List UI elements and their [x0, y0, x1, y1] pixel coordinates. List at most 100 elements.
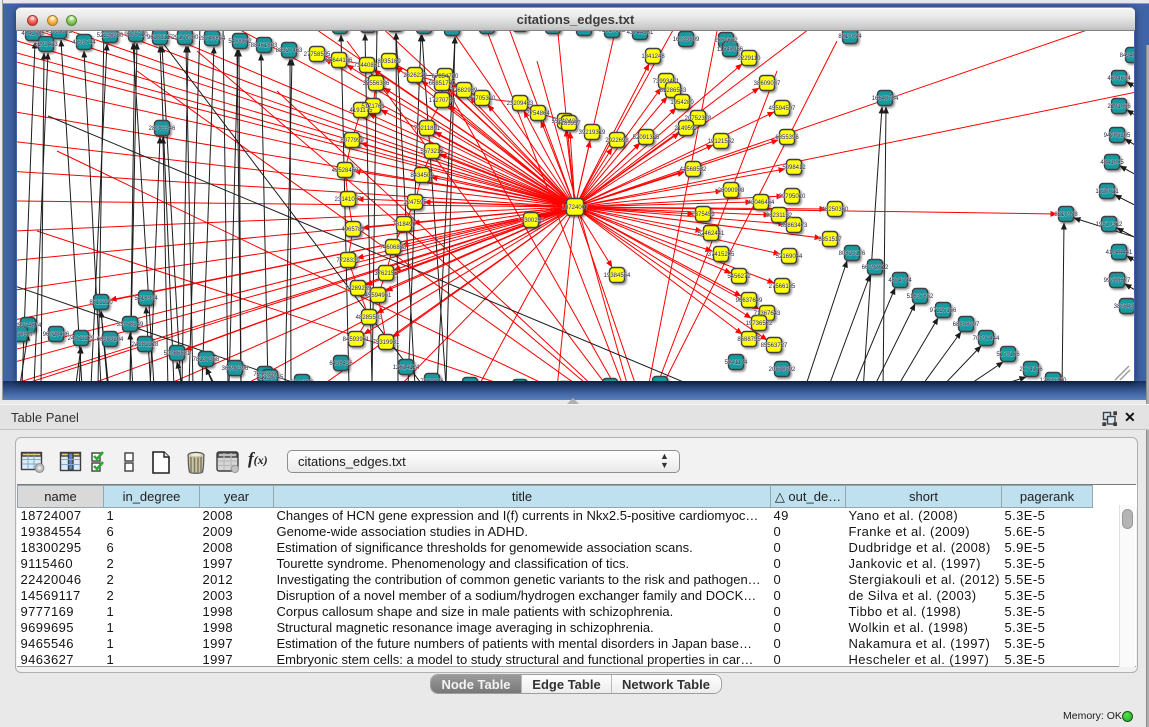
svg-text:5418934: 5418934 — [134, 296, 158, 302]
svg-text:5159166: 5159166 — [996, 352, 1020, 358]
svg-text:5098412: 5098412 — [782, 165, 806, 171]
svg-text:9375710: 9375710 — [124, 32, 148, 38]
svg-text:97225156: 97225156 — [930, 308, 957, 314]
svg-text:96282117: 96282117 — [147, 35, 174, 41]
svg-text:17270733: 17270733 — [429, 98, 456, 104]
svg-text:24282218: 24282218 — [132, 342, 159, 348]
svg-text:16648784: 16648784 — [872, 96, 899, 102]
svg-text:8077999: 8077999 — [340, 138, 364, 144]
svg-text:5456272: 5456272 — [727, 274, 751, 280]
svg-text:41568532: 41568532 — [680, 167, 707, 173]
svg-text:2375453: 2375453 — [691, 212, 715, 218]
svg-text:51837852: 51837852 — [907, 294, 934, 300]
svg-text:19121552: 19121552 — [708, 139, 735, 145]
svg-text:7818496: 7818496 — [392, 222, 416, 228]
svg-text:88461803: 88461803 — [251, 43, 278, 49]
svg-text:39219319: 39219319 — [579, 130, 606, 136]
svg-text:23209423: 23209423 — [507, 101, 534, 107]
svg-text:73993471: 73993471 — [653, 79, 680, 85]
svg-text:38754377: 38754377 — [1114, 304, 1134, 310]
svg-text:7754864: 7754864 — [526, 111, 550, 117]
svg-text:25374874: 25374874 — [17, 323, 42, 329]
svg-text:7089806: 7089806 — [420, 379, 444, 381]
svg-text:12823170: 12823170 — [1040, 378, 1067, 381]
svg-text:4191175: 4191175 — [350, 108, 374, 114]
svg-text:11540956: 11540956 — [717, 47, 744, 53]
svg-text:74606833: 74606833 — [380, 245, 407, 251]
svg-text:67854710: 67854710 — [432, 74, 459, 80]
svg-text:5041154: 5041154 — [725, 360, 749, 366]
svg-text:29175900: 29175900 — [172, 35, 199, 41]
svg-text:2022698: 2022698 — [605, 138, 629, 144]
svg-text:18300295: 18300295 — [518, 218, 545, 224]
svg-text:42138745: 42138745 — [257, 375, 284, 381]
svg-text:6855396: 6855396 — [775, 135, 799, 141]
svg-text:52091325: 52091325 — [633, 135, 660, 141]
svg-text:7728339: 7728339 — [336, 258, 360, 264]
svg-text:82070937: 82070937 — [17, 332, 34, 338]
svg-text:6292423: 6292423 — [34, 42, 58, 48]
svg-text:72682989: 72682989 — [451, 88, 478, 94]
svg-text:43046464: 43046464 — [748, 200, 775, 206]
svg-text:19510312: 19510312 — [1096, 222, 1123, 228]
svg-text:71367643: 71367643 — [754, 311, 781, 317]
svg-text:4539704: 4539704 — [72, 40, 96, 46]
svg-text:66792612: 66792612 — [862, 265, 889, 271]
svg-text:2191066: 2191066 — [1107, 104, 1131, 110]
svg-text:19384554: 19384554 — [604, 273, 631, 279]
svg-text:68800797: 68800797 — [953, 322, 980, 328]
svg-text:2149597: 2149597 — [674, 126, 698, 132]
svg-text:20752378: 20752378 — [685, 116, 712, 122]
svg-text:72820592: 72820592 — [599, 31, 626, 34]
svg-text:4965789: 4965789 — [341, 227, 365, 233]
svg-text:52235350: 52235350 — [97, 33, 124, 39]
svg-text:2074176: 2074176 — [1019, 367, 1043, 373]
svg-text:4694634: 4694634 — [1107, 76, 1131, 82]
svg-text:66851760: 66851760 — [429, 81, 456, 87]
svg-text:43528453: 43528453 — [332, 168, 359, 174]
svg-text:37415205: 37415205 — [708, 252, 735, 258]
svg-text:2087662: 2087662 — [714, 38, 738, 44]
svg-text:48250360: 48250360 — [822, 207, 849, 213]
svg-text:20570592: 20570592 — [769, 367, 796, 373]
svg-text:8434500: 8434500 — [410, 173, 434, 179]
svg-text:28053346: 28053346 — [149, 126, 176, 132]
svg-text:1247595: 1247595 — [403, 200, 427, 206]
svg-text:48285503: 48285503 — [356, 315, 383, 321]
svg-text:5408072: 5408072 — [228, 39, 252, 45]
svg-text:84346088: 84346088 — [1120, 53, 1134, 59]
svg-text:4841005: 4841005 — [1100, 160, 1124, 166]
svg-text:8688755: 8688755 — [737, 337, 761, 343]
svg-text:4842788: 4842788 — [21, 31, 45, 37]
svg-text:52169044: 52169044 — [776, 254, 803, 260]
svg-text:68353204: 68353204 — [97, 337, 124, 343]
svg-text:85863473: 85863473 — [781, 223, 808, 229]
svg-text:3762152: 3762152 — [374, 271, 398, 277]
svg-text:78137358: 78137358 — [193, 357, 220, 363]
svg-text:96028436: 96028436 — [43, 332, 70, 338]
svg-text:75319931: 75319931 — [373, 340, 400, 346]
svg-text:28740864: 28740864 — [199, 36, 226, 42]
svg-text:16033809: 16033809 — [673, 37, 700, 43]
svg-text:89795010: 89795010 — [779, 194, 806, 200]
svg-text:94705205: 94705205 — [1104, 133, 1131, 139]
svg-text:1527021: 1527021 — [1095, 189, 1119, 195]
svg-text:8612220: 8612220 — [89, 300, 113, 306]
svg-text:45594951: 45594951 — [365, 293, 392, 299]
svg-text:4185957: 4185957 — [557, 121, 581, 127]
svg-text:88320463: 88320463 — [276, 48, 303, 54]
svg-text:1954280: 1954280 — [670, 100, 694, 106]
svg-text:61220073: 61220073 — [571, 31, 598, 32]
svg-text:81286543: 81286543 — [660, 88, 687, 94]
svg-text:33978249: 33978249 — [117, 322, 144, 328]
svg-text:45594597: 45594597 — [769, 106, 796, 112]
svg-text:96637649: 96637649 — [736, 298, 763, 304]
svg-text:27566185: 27566185 — [769, 284, 796, 290]
svg-text:86644106: 86644106 — [326, 58, 353, 64]
svg-text:23141087: 23141087 — [335, 197, 362, 203]
svg-text:8351517: 8351517 — [818, 237, 842, 243]
svg-text:36697396: 36697396 — [222, 366, 249, 372]
svg-text:9897858: 9897858 — [290, 380, 314, 381]
svg-text:38609087: 38609087 — [754, 81, 781, 87]
svg-text:8813054: 8813054 — [838, 34, 862, 40]
